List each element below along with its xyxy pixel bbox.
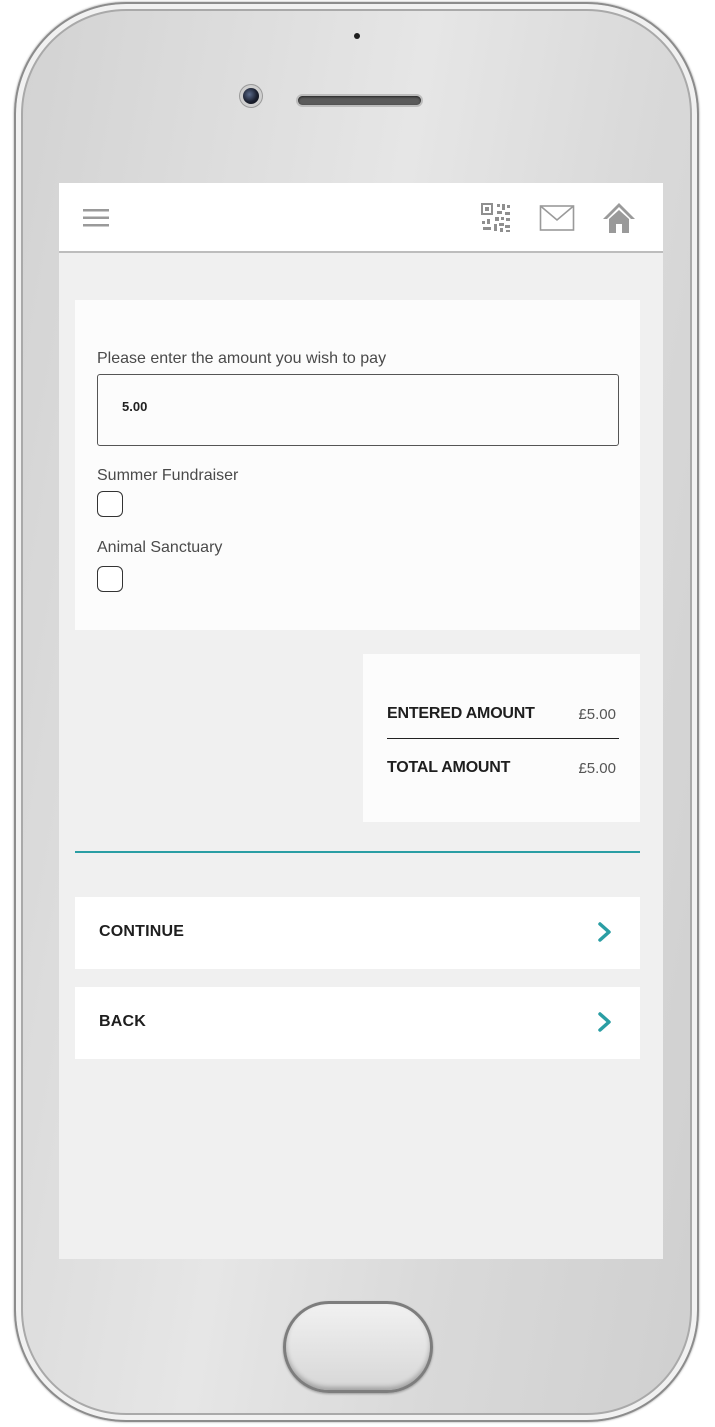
phone-home-button bbox=[283, 1301, 433, 1393]
option-label-summer-fundraiser: Summer Fundraiser bbox=[97, 467, 239, 484]
checkbox-animal-sanctuary[interactable] bbox=[97, 566, 123, 592]
app-header bbox=[59, 183, 663, 253]
option-label-animal-sanctuary: Animal Sanctuary bbox=[97, 539, 223, 556]
entered-amount-value: £5.00 bbox=[578, 706, 616, 723]
front-camera bbox=[243, 88, 259, 104]
app-screen: Please enter the amount you wish to pay … bbox=[59, 183, 663, 1259]
back-button[interactable]: BACK bbox=[75, 987, 640, 1059]
amount-input-value: 5.00 bbox=[122, 399, 148, 414]
amount-summary: ENTERED AMOUNT £5.00 TOTAL AMOUNT £5.00 bbox=[363, 654, 640, 822]
entered-amount-label: ENTERED AMOUNT bbox=[387, 705, 535, 722]
earpiece-speaker bbox=[298, 96, 421, 105]
continue-button[interactable]: CONTINUE bbox=[75, 897, 640, 969]
home-icon[interactable] bbox=[599, 201, 639, 235]
proximity-sensor bbox=[354, 33, 360, 39]
envelope-icon[interactable] bbox=[537, 201, 577, 235]
checkbox-summer-fundraiser[interactable] bbox=[97, 491, 123, 517]
total-amount-label: TOTAL AMOUNT bbox=[387, 759, 511, 776]
chevron-right-icon bbox=[598, 1012, 611, 1032]
qr-code-icon[interactable] bbox=[479, 201, 513, 235]
chevron-right-icon bbox=[598, 922, 611, 942]
summary-divider bbox=[387, 738, 619, 739]
back-label: BACK bbox=[99, 1013, 147, 1030]
section-divider bbox=[75, 851, 640, 853]
continue-label: CONTINUE bbox=[99, 923, 185, 940]
amount-label: Please enter the amount you wish to pay bbox=[97, 350, 387, 367]
amount-input[interactable]: 5.00 bbox=[97, 374, 619, 446]
total-amount-value: £5.00 bbox=[578, 760, 616, 777]
payment-form: Please enter the amount you wish to pay … bbox=[75, 300, 640, 630]
hamburger-menu-icon[interactable] bbox=[81, 201, 111, 235]
